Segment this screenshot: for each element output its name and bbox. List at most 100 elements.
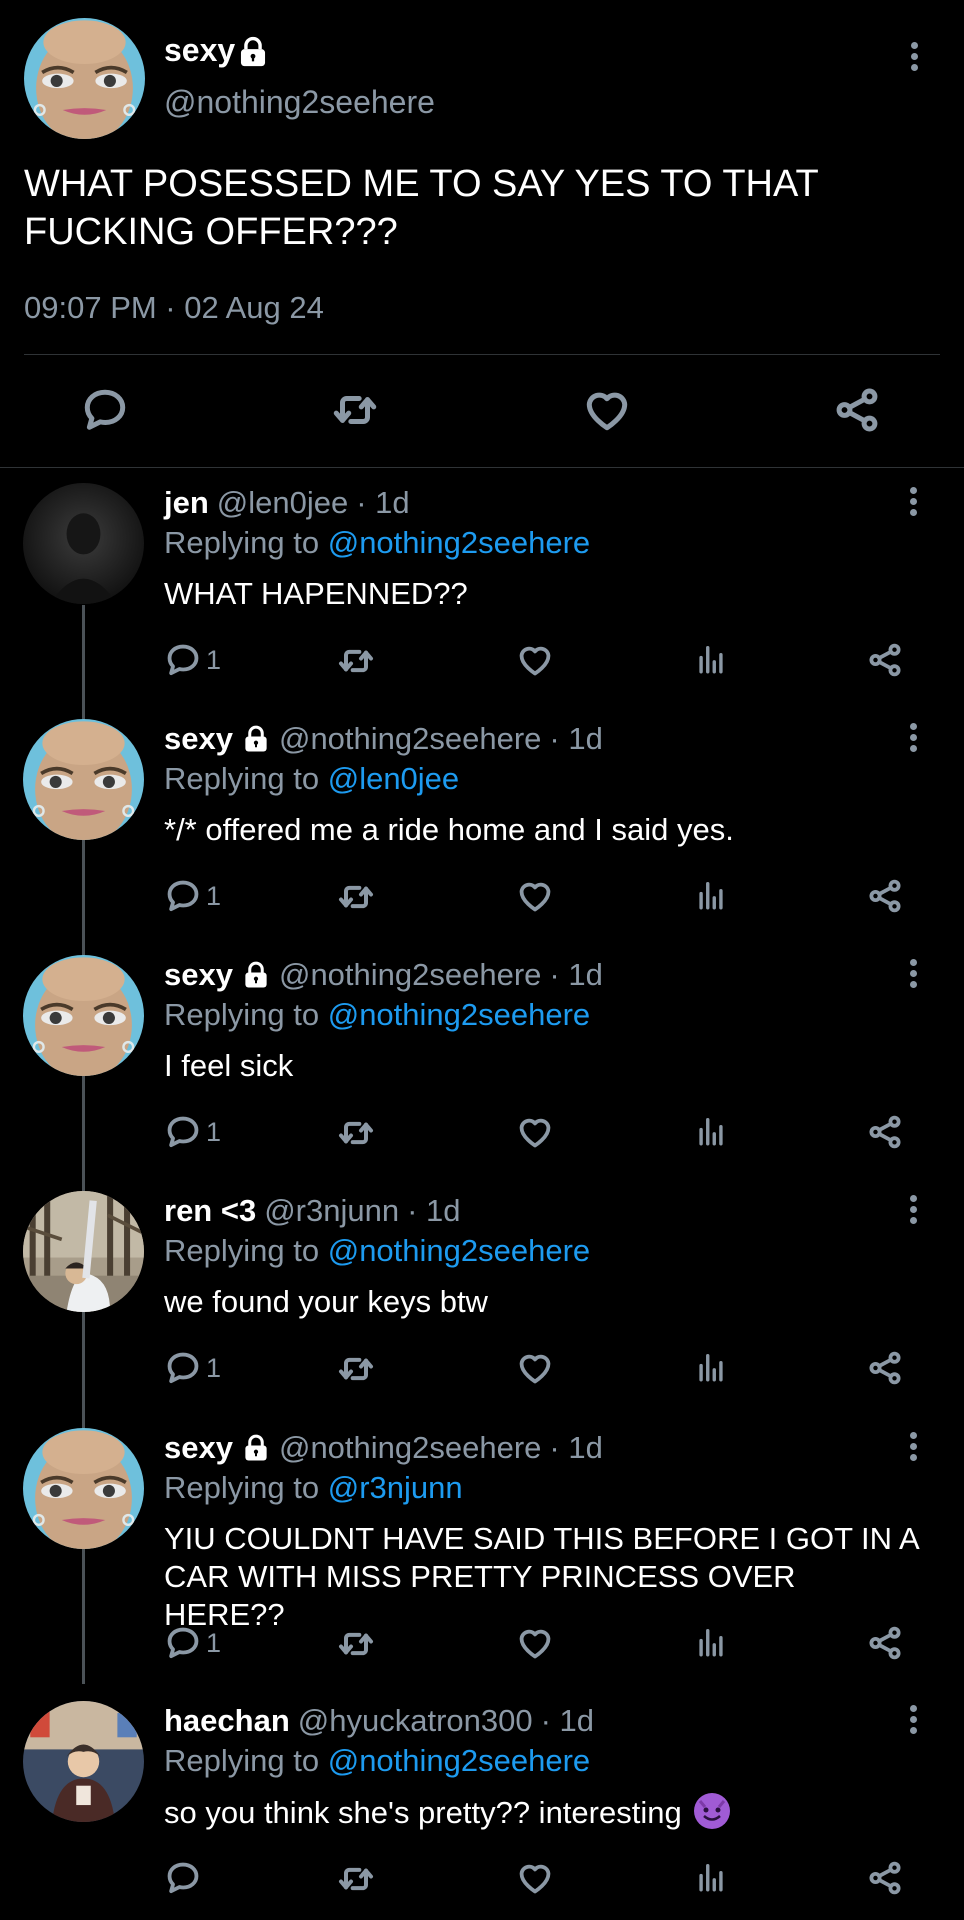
lock-icon — [241, 723, 271, 755]
author-name[interactable]: sexy — [164, 1430, 233, 1466]
reply-button[interactable]: 1 — [164, 1349, 221, 1387]
author-name[interactable]: sexy — [164, 957, 233, 993]
like-button[interactable] — [516, 641, 554, 679]
avatar[interactable] — [23, 1428, 144, 1549]
stats-button[interactable] — [694, 1624, 728, 1660]
retweet-icon[interactable] — [330, 385, 380, 435]
retweet-button[interactable] — [336, 1859, 376, 1899]
like-icon — [516, 1349, 554, 1387]
share-button[interactable] — [866, 1624, 904, 1662]
reply-time: · 1d — [356, 485, 410, 520]
action-bar: 1 — [164, 1349, 904, 1391]
stats-button[interactable] — [694, 877, 728, 913]
like-button[interactable] — [516, 1859, 554, 1897]
retweet-button[interactable] — [336, 877, 376, 917]
share-button[interactable] — [866, 1859, 904, 1897]
reply-tweet[interactable]: ren <3 @r3njunn · 1d Replying to @nothin… — [0, 1191, 964, 1391]
main-tweet[interactable]: sexy @nothing2seehere WHAT POSESSED ME T… — [0, 0, 964, 468]
share-button[interactable] — [866, 877, 904, 915]
reply-time: · 1d — [549, 957, 603, 992]
avatar[interactable] — [23, 719, 144, 840]
share-button[interactable] — [866, 1349, 904, 1387]
like-button[interactable] — [516, 1113, 554, 1151]
avatar[interactable] — [23, 483, 144, 604]
author-handle[interactable]: @hyuckatron300 — [298, 1703, 533, 1739]
reply-button[interactable] — [164, 1859, 202, 1897]
avatar[interactable] — [23, 1701, 144, 1822]
retweet-button[interactable] — [336, 641, 376, 681]
more-options-icon[interactable] — [898, 719, 928, 759]
like-icon — [516, 1859, 554, 1897]
stats-button[interactable] — [694, 1349, 728, 1385]
reply-tweet[interactable]: sexy @nothing2seehere · 1d Replying to @… — [0, 719, 964, 919]
reply-button[interactable]: 1 — [164, 1624, 221, 1662]
replying-to-link[interactable]: @nothing2seehere — [328, 997, 590, 1032]
divider — [0, 467, 964, 468]
stats-icon — [694, 1349, 728, 1385]
replying-to-link[interactable]: @r3njunn — [328, 1470, 463, 1505]
like-button[interactable] — [516, 1349, 554, 1387]
stats-button[interactable] — [694, 1859, 728, 1895]
replying-to-link[interactable]: @nothing2seehere — [328, 1233, 590, 1268]
more-options-icon[interactable] — [898, 1191, 928, 1231]
stats-icon — [694, 1859, 728, 1895]
lock-icon — [236, 34, 270, 70]
divider — [24, 354, 940, 355]
author-handle[interactable]: @nothing2seehere — [279, 957, 541, 993]
like-icon[interactable] — [582, 385, 632, 435]
share-button[interactable] — [866, 1113, 904, 1151]
like-button[interactable] — [516, 1624, 554, 1662]
retweet-button[interactable] — [336, 1349, 376, 1389]
retweet-icon — [336, 877, 376, 917]
stats-icon — [694, 1624, 728, 1660]
share-icon[interactable] — [832, 385, 882, 435]
reply-tweet[interactable]: haechan @hyuckatron300 · 1d Replying to … — [0, 1701, 964, 1920]
author-handle[interactable]: @len0jee — [217, 485, 348, 521]
like-button[interactable] — [516, 877, 554, 915]
share-icon — [866, 877, 904, 915]
reply-button[interactable]: 1 — [164, 1113, 221, 1151]
author-name[interactable]: ren <3 — [164, 1193, 256, 1229]
reply-text: */* offered me a ride home and I said ye… — [164, 812, 734, 847]
share-button[interactable] — [866, 641, 904, 679]
action-bar — [164, 1859, 904, 1901]
author-handle[interactable]: @r3njunn — [264, 1193, 399, 1229]
stats-button[interactable] — [694, 1113, 728, 1149]
author-handle[interactable]: @nothing2seehere — [164, 84, 435, 121]
reply-tweet[interactable]: sexy @nothing2seehere · 1d Replying to @… — [0, 955, 964, 1155]
author-name[interactable]: sexy — [164, 32, 235, 69]
avatar[interactable] — [23, 1191, 144, 1312]
share-icon — [866, 1349, 904, 1387]
retweet-button[interactable] — [336, 1113, 376, 1153]
more-options-icon[interactable] — [898, 1428, 928, 1468]
replying-label: Replying to — [164, 1233, 320, 1268]
reply-time: · 1d — [549, 1430, 603, 1465]
like-icon — [516, 877, 554, 915]
author-name[interactable]: jen — [164, 485, 209, 521]
more-options-icon[interactable] — [898, 955, 928, 995]
replying-to-link[interactable]: @len0jee — [328, 761, 459, 796]
more-options-icon[interactable] — [898, 1701, 928, 1741]
retweet-button[interactable] — [336, 1624, 376, 1664]
replying-to-link[interactable]: @nothing2seehere — [328, 525, 590, 560]
reply-button[interactable]: 1 — [164, 877, 221, 915]
reply-icon — [164, 1349, 202, 1387]
replying-to-link[interactable]: @nothing2seehere — [328, 1743, 590, 1778]
reply-tweet[interactable]: jen @len0jee · 1d Replying to @nothing2s… — [0, 483, 964, 683]
more-options-icon[interactable] — [898, 483, 928, 523]
stats-button[interactable] — [694, 641, 728, 677]
avatar[interactable] — [23, 955, 144, 1076]
author-handle[interactable]: @nothing2seehere — [279, 721, 541, 757]
like-icon — [516, 1113, 554, 1151]
avatar[interactable] — [24, 18, 145, 139]
author-name[interactable]: haechan — [164, 1703, 290, 1739]
reply-button[interactable]: 1 — [164, 641, 221, 679]
lock-icon — [241, 1432, 271, 1464]
author-name[interactable]: sexy — [164, 721, 233, 757]
author-handle[interactable]: @nothing2seehere — [279, 1430, 541, 1466]
reply-tweet[interactable]: sexy @nothing2seehere · 1d Replying to @… — [0, 1428, 964, 1658]
more-options-icon[interactable] — [899, 38, 929, 78]
reply-count: 1 — [206, 1352, 222, 1383]
reply-count: 1 — [206, 1116, 222, 1147]
reply-icon[interactable] — [80, 385, 130, 435]
